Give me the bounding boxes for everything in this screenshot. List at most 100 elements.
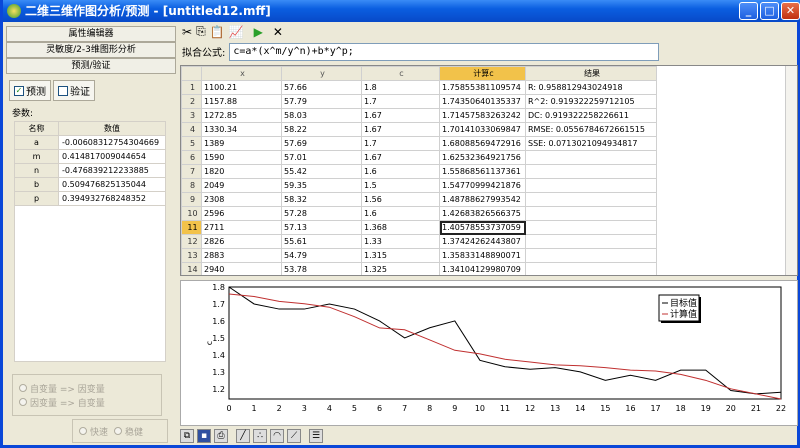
table-cell[interactable]: 1272.85 bbox=[201, 108, 282, 123]
table-cell[interactable]: 54.79 bbox=[281, 248, 362, 263]
column-header-y[interactable]: y bbox=[281, 66, 362, 81]
table-cell[interactable]: 1.48788627993542 bbox=[439, 192, 526, 207]
row-number[interactable]: 12 bbox=[181, 234, 202, 249]
table-cell[interactable]: 2596 bbox=[201, 206, 282, 221]
minimize-button[interactable]: _ bbox=[739, 2, 758, 20]
table-cell[interactable] bbox=[525, 164, 657, 179]
maximize-button[interactable]: □ bbox=[760, 2, 779, 20]
table-cell[interactable]: 1.42683826566375 bbox=[439, 206, 526, 221]
nav-sensitivity[interactable]: 灵敏度/2-3维图形分析 bbox=[6, 42, 176, 58]
row-number[interactable]: 7 bbox=[181, 164, 202, 179]
table-cell[interactable]: 55.42 bbox=[281, 164, 362, 179]
table-cell[interactable]: 2308 bbox=[201, 192, 282, 207]
table-cell[interactable]: 57.69 bbox=[281, 136, 362, 151]
table-cell[interactable] bbox=[525, 178, 657, 193]
line-chart-icon[interactable]: ╱ bbox=[236, 429, 250, 443]
run-icon[interactable]: ▶ bbox=[254, 25, 263, 39]
radio-fast[interactable]: 快速 bbox=[73, 424, 108, 438]
table-cell[interactable]: 2940 bbox=[201, 262, 282, 275]
table-cell[interactable]: 1.35833148890071 bbox=[439, 248, 526, 263]
table-cell[interactable]: 57.66 bbox=[281, 80, 362, 95]
table-cell[interactable] bbox=[525, 150, 657, 165]
table-cell[interactable]: 1.368 bbox=[361, 220, 440, 235]
table-cell[interactable]: 1.62532364921756 bbox=[439, 150, 526, 165]
table-cell[interactable]: 1.67 bbox=[361, 108, 440, 123]
tab-predict[interactable]: ✓ 预测 bbox=[9, 80, 51, 101]
table-cell[interactable]: 1330.34 bbox=[201, 122, 282, 137]
table-cell[interactable]: 1.33 bbox=[361, 234, 440, 249]
table-cell[interactable]: 1.68088569472916 bbox=[439, 136, 526, 151]
legend-icon[interactable]: ☰ bbox=[309, 429, 323, 443]
table-cell[interactable]: 2711 bbox=[201, 220, 282, 235]
predict-checkbox[interactable]: ✓ bbox=[14, 85, 24, 96]
nav-predict-verify[interactable]: 预测/验证 bbox=[6, 58, 176, 74]
radio-inverse[interactable]: 因变量 => 自变量 bbox=[13, 395, 161, 409]
table-cell[interactable]: 53.78 bbox=[281, 262, 362, 275]
row-number[interactable]: 8 bbox=[181, 178, 202, 193]
table-cell[interactable]: 1.6 bbox=[361, 164, 440, 179]
table-cell[interactable]: 1.75855381109574 bbox=[439, 80, 526, 95]
copy-icon[interactable]: ⎘ bbox=[196, 24, 206, 39]
row-number[interactable]: 10 bbox=[181, 206, 202, 221]
table-cell[interactable]: 58.03 bbox=[281, 108, 362, 123]
table-cell[interactable]: 59.35 bbox=[281, 178, 362, 193]
row-number[interactable]: 9 bbox=[181, 192, 202, 207]
table-cell[interactable]: 1.34104129980709 bbox=[439, 262, 526, 275]
param-value[interactable]: 0.394932768248352 bbox=[58, 191, 166, 206]
column-header-c[interactable]: c bbox=[361, 66, 440, 81]
table-cell[interactable]: 1.56 bbox=[361, 192, 440, 207]
grid-vertical-scrollbar[interactable] bbox=[785, 66, 797, 275]
row-number[interactable]: 13 bbox=[181, 248, 202, 263]
fit-chart-icon[interactable]: ⟋ bbox=[287, 429, 301, 443]
table-cell[interactable]: DC: 0.919322258226611 bbox=[525, 108, 657, 123]
cut-icon[interactable]: ✂ bbox=[182, 25, 192, 39]
table-cell[interactable]: 57.79 bbox=[281, 94, 362, 109]
nav-property-editor[interactable]: 属性编辑器 bbox=[6, 26, 176, 42]
table-cell[interactable]: SSE: 0.0713021094934817 bbox=[525, 136, 657, 151]
row-number[interactable]: 14 bbox=[181, 262, 202, 275]
column-header-result[interactable]: 结果 bbox=[525, 66, 657, 81]
verify-checkbox[interactable] bbox=[58, 85, 68, 96]
radio-forward[interactable]: 自变量 => 因变量 bbox=[13, 381, 161, 395]
param-value[interactable]: -0.00608312754304669 bbox=[58, 135, 166, 150]
table-cell[interactable]: 1389 bbox=[201, 136, 282, 151]
row-number[interactable]: 3 bbox=[181, 108, 202, 123]
row-number[interactable]: 1 bbox=[181, 80, 202, 95]
table-cell[interactable] bbox=[525, 248, 657, 263]
table-cell[interactable]: 1.70141033069847 bbox=[439, 122, 526, 137]
print-icon[interactable]: ⎙ bbox=[214, 429, 228, 443]
row-number[interactable]: 5 bbox=[181, 136, 202, 151]
formula-input[interactable] bbox=[229, 42, 660, 61]
table-cell[interactable]: RMSE: 0.0556784672661515 bbox=[525, 122, 657, 137]
param-value[interactable]: -0.476839212233885 bbox=[58, 163, 166, 178]
copy-chart-icon[interactable]: ⧉ bbox=[180, 429, 194, 443]
table-cell[interactable]: 2883 bbox=[201, 248, 282, 263]
paste-icon[interactable]: 📋 bbox=[210, 25, 225, 39]
table-cell[interactable]: 1100.21 bbox=[201, 80, 282, 95]
table-cell[interactable]: 57.13 bbox=[281, 220, 362, 235]
table-cell[interactable]: 1.325 bbox=[361, 262, 440, 275]
save-icon[interactable]: ▪ bbox=[197, 429, 211, 443]
table-cell[interactable]: 1.54770999421876 bbox=[439, 178, 526, 193]
grid-corner[interactable] bbox=[181, 66, 202, 81]
table-cell[interactable]: 58.22 bbox=[281, 122, 362, 137]
table-cell[interactable]: 1590 bbox=[201, 150, 282, 165]
table-cell[interactable]: 57.01 bbox=[281, 150, 362, 165]
scatter-chart-icon[interactable]: ∴ bbox=[253, 429, 267, 443]
table-cell[interactable]: 1157.88 bbox=[201, 94, 282, 109]
data-grid[interactable]: x y c 计算c 结果 1 1100.21 57.66 1.8 1.758553811… bbox=[180, 65, 798, 276]
table-cell[interactable]: 2049 bbox=[201, 178, 282, 193]
table-cell[interactable]: 1.74350640135337 bbox=[439, 94, 526, 109]
table-cell[interactable]: 1.55868561137361 bbox=[439, 164, 526, 179]
row-number[interactable]: 6 bbox=[181, 150, 202, 165]
table-cell[interactable] bbox=[525, 192, 657, 207]
table-cell[interactable]: 1.8 bbox=[361, 80, 440, 95]
radio-robust[interactable]: 稳健 bbox=[108, 424, 143, 438]
row-number[interactable]: 11 bbox=[181, 220, 202, 235]
table-cell[interactable] bbox=[525, 234, 657, 249]
table-cell[interactable]: 58.32 bbox=[281, 192, 362, 207]
tab-verify[interactable]: 验证 bbox=[53, 80, 95, 101]
table-cell[interactable]: 55.61 bbox=[281, 234, 362, 249]
area-chart-icon[interactable]: ◠ bbox=[270, 429, 284, 443]
table-cell[interactable]: R: 0.958812943024918 bbox=[525, 80, 657, 95]
